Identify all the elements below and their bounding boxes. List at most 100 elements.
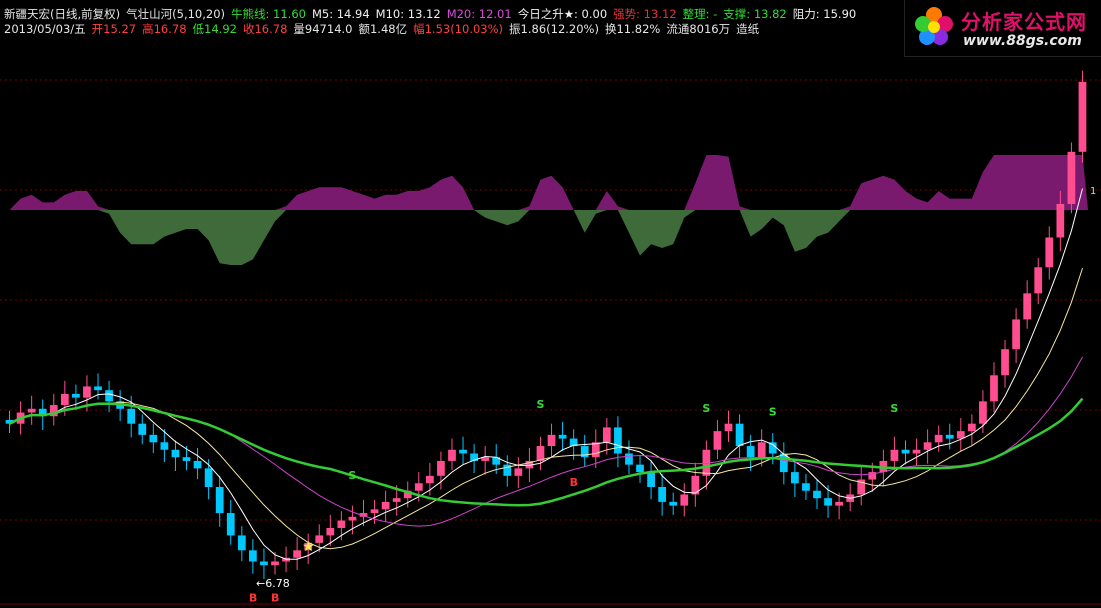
candle-body <box>138 423 147 435</box>
candle-50 <box>558 421 567 451</box>
candle-61 <box>680 483 689 517</box>
candle-body <box>337 520 346 528</box>
candle-34 <box>381 490 390 522</box>
candle-2 <box>27 395 36 425</box>
candle-body <box>105 390 113 402</box>
right-axis-tick: 1 <box>1090 186 1097 197</box>
bull-bear-line <box>8 397 1084 507</box>
candle-body <box>923 442 932 450</box>
flower-logo-icon <box>915 7 953 45</box>
candle-57 <box>636 455 644 483</box>
candle-body <box>967 423 976 432</box>
candle-32 <box>359 500 368 527</box>
candle-66 <box>735 414 744 459</box>
logo-name: 分析家公式网 <box>961 10 1087 34</box>
indicator-value-10: 阻力: 15.90 <box>792 7 857 21</box>
sell-signal-1: S <box>536 398 544 411</box>
candle-body <box>425 475 434 484</box>
candle-71 <box>791 459 799 498</box>
sell-signal-0: S <box>348 469 356 482</box>
oscillator-negative-area <box>4 210 1088 265</box>
candle-48 <box>536 436 545 471</box>
candle-body <box>835 501 843 506</box>
candle-body <box>956 431 965 439</box>
indicator-value-2: 牛熊线: 11.60 <box>231 7 306 21</box>
oscillator-area <box>4 155 1088 265</box>
candle-body <box>437 460 445 476</box>
candle-9 <box>105 380 113 413</box>
candle-45 <box>503 455 512 487</box>
indicator-value-0: 新疆天宏(日线,前复权) <box>4 7 121 21</box>
candle-67 <box>746 434 755 471</box>
candle-body <box>1034 267 1043 294</box>
candle-body <box>945 434 954 439</box>
candle-body <box>392 498 401 502</box>
candle-body <box>72 393 80 398</box>
candle-body <box>249 550 257 562</box>
candle-body <box>271 561 279 566</box>
indicator-header-line-1: 新疆天宏(日线,前复权) 气壮山河(5,10,20) 牛熊线: 11.60 M5: 1… <box>4 7 862 21</box>
candle-body <box>215 487 224 514</box>
candle-body <box>459 449 467 454</box>
candle-body <box>193 460 202 469</box>
quote-header-line-2: 2013/05/03/五 开15.27 高16.78 低14.92 收16.78 量947… <box>4 22 765 36</box>
candle-60 <box>669 492 678 515</box>
quote-value-5: 量94714.0 <box>293 22 353 36</box>
candle-body <box>890 449 899 461</box>
candle-16 <box>182 446 191 471</box>
oscillator-positive-area <box>4 155 1088 210</box>
candle-92 <box>1023 280 1032 329</box>
candle-body <box>27 408 36 413</box>
candle-body <box>602 427 611 443</box>
candle-body <box>1045 237 1054 268</box>
ma5-line <box>9 188 1083 560</box>
candle-body <box>83 386 91 398</box>
candle-body <box>547 434 556 447</box>
candle-body <box>658 487 667 502</box>
candle-58 <box>647 460 655 500</box>
candle-body <box>757 442 766 458</box>
candle-13 <box>149 423 158 454</box>
ma20-line <box>9 356 1083 527</box>
candle-body <box>370 509 379 514</box>
indicator-value-3: M5: 14.94 <box>311 7 370 21</box>
candle-73 <box>813 479 821 509</box>
candle-body <box>934 434 943 443</box>
candle-body <box>802 483 810 491</box>
candle-89 <box>990 362 998 413</box>
candle-body <box>514 468 523 476</box>
candle-body <box>647 472 655 487</box>
star-signal-icon: ★ <box>302 539 315 555</box>
quote-value-7: 幅1.53(10.03%) <box>413 22 504 36</box>
candle-82 <box>912 438 921 466</box>
candle-64 <box>713 419 722 460</box>
candle-91 <box>1012 308 1020 363</box>
candle-body <box>315 535 324 543</box>
signal-markers: S S S S S B B B ★ <box>249 398 899 604</box>
candle-70 <box>779 442 788 485</box>
quote-value-10: 流通8016万 <box>666 22 731 36</box>
candle-22 <box>249 539 257 574</box>
candle-59 <box>658 473 667 516</box>
candle-94 <box>1045 226 1054 280</box>
candle-46 <box>514 457 523 489</box>
candle-21 <box>237 526 246 562</box>
candle-body <box>171 449 180 458</box>
candle-body <box>746 446 755 458</box>
candle-body <box>204 468 213 487</box>
candle-body <box>160 442 169 450</box>
candle-body <box>1056 203 1065 238</box>
candle-body <box>614 427 622 454</box>
candle-56 <box>625 440 633 474</box>
candle-87 <box>967 414 976 445</box>
indicator-value-4: M10: 13.12 <box>375 7 441 21</box>
buy-signal-1: B <box>271 591 279 604</box>
candle-86 <box>956 418 965 451</box>
site-logo[interactable]: 分析家公式网 www.88gs.com <box>904 0 1101 57</box>
candle-23 <box>260 548 268 579</box>
price-chart[interactable]: S S S S S B B B ★ <box>0 0 1101 608</box>
quote-value-4: 收16.78 <box>242 22 288 36</box>
candle-19 <box>215 475 224 527</box>
candle-body <box>979 401 987 424</box>
candle-55 <box>614 416 622 468</box>
